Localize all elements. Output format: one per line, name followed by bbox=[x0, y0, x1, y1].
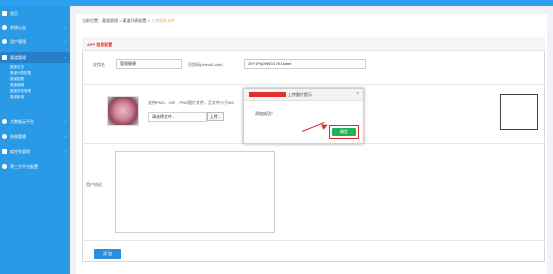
sidebar-item-label: 系统公告 bbox=[10, 24, 26, 30]
chevron-right-icon: › bbox=[64, 39, 66, 44]
chevron-right-icon: › bbox=[64, 25, 66, 30]
sidebar-subitem[interactable]: 渠道总览 bbox=[10, 65, 24, 70]
top-bar bbox=[0, 0, 553, 6]
cloud-icon bbox=[2, 119, 7, 124]
chevron-right-icon: › bbox=[64, 134, 66, 139]
sidebar-subitem[interactable]: 渠道配置 bbox=[10, 77, 24, 82]
checkcode-input[interactable]: 29Y1Pq09WD17K1kdmt bbox=[244, 59, 366, 69]
alert-dialog: 上传图片提示 × 添加成功！ 确定 bbox=[243, 88, 364, 144]
sidebar-subitem[interactable]: 渠道编辑 bbox=[10, 83, 24, 88]
dialog-message: 添加成功！ bbox=[255, 111, 275, 116]
highlight-box: 确定 bbox=[329, 125, 359, 139]
sidebar-item-third-party[interactable]: 第三方平台配置 bbox=[0, 161, 70, 172]
form-header: APP 信息配置 bbox=[82, 37, 545, 51]
agreement-label: 用户协议 bbox=[86, 182, 102, 187]
sidebar: 首页 系统公告 › 用户管理 › 渠道管理 › 渠道总览 渠道列表配置 渠道配置… bbox=[0, 6, 70, 274]
monitor-icon bbox=[2, 149, 7, 154]
redaction-mark bbox=[249, 92, 286, 97]
channel-icon bbox=[2, 55, 7, 60]
sidebar-item-label: 大数据云平台 bbox=[10, 118, 34, 124]
checkcode-label: 识别码(checkCode) bbox=[188, 62, 223, 67]
close-icon[interactable]: × bbox=[356, 91, 359, 97]
image-preview-box bbox=[500, 94, 538, 130]
ok-button[interactable]: 确定 bbox=[332, 128, 356, 136]
sidebar-item-home[interactable]: 首页 bbox=[0, 8, 70, 19]
sidebar-item-announcements[interactable]: 系统公告 › bbox=[0, 22, 70, 33]
sidebar-item-bigdata[interactable]: 大数据云平台 › bbox=[0, 116, 70, 127]
user-icon bbox=[2, 39, 7, 44]
browse-button[interactable]: 上传... bbox=[207, 112, 224, 121]
sidebar-subitem[interactable]: 渠道新增 bbox=[10, 95, 24, 100]
app-name-input[interactable]: 管理健康 bbox=[116, 59, 182, 69]
breadcrumb-current: 上传图标文件 bbox=[151, 18, 176, 23]
sidebar-item-users[interactable]: 用户管理 › bbox=[0, 36, 70, 47]
agreement-textarea[interactable] bbox=[115, 151, 275, 233]
divider bbox=[82, 84, 545, 85]
upload-hint: 支持PNG、GIF、PNG图片文件，且文件小于5M bbox=[148, 100, 234, 105]
home-icon bbox=[2, 11, 7, 16]
app-icon-thumbnail bbox=[107, 96, 139, 126]
chevron-down-icon: › bbox=[64, 55, 66, 60]
sidebar-item-label: 疾控系管理 bbox=[10, 148, 30, 154]
dialog-header: 上传图片提示 × bbox=[244, 89, 363, 101]
sidebar-item-label: 用户管理 bbox=[10, 38, 26, 44]
divider bbox=[82, 240, 545, 241]
breadcrumb-path[interactable]: 当前位置：渠道管理 > 渠道列表配置 > bbox=[82, 18, 151, 23]
sidebar-item-system[interactable]: 系统管理 › bbox=[0, 131, 70, 142]
add-button[interactable]: 添 加 bbox=[94, 249, 121, 259]
chevron-right-icon: › bbox=[64, 119, 66, 124]
file-path-input[interactable]: 请选择文件... bbox=[148, 112, 207, 122]
sidebar-subitem[interactable]: 渠道类型管理 bbox=[10, 89, 31, 94]
sidebar-item-label: 系统管理 bbox=[10, 133, 26, 139]
form-title: APP 信息配置 bbox=[87, 42, 113, 47]
sidebar-item-label: 渠道管理 bbox=[10, 54, 26, 60]
sidebar-item-channels[interactable]: 渠道管理 › bbox=[0, 52, 70, 63]
app-name-label: 应用名 bbox=[93, 62, 105, 67]
sidebar-item-label: 首页 bbox=[10, 10, 18, 16]
breadcrumb: 当前位置：渠道管理 > 渠道列表配置 > 上传图标文件 bbox=[82, 18, 175, 24]
sidebar-item-label: 第三方平台配置 bbox=[10, 163, 38, 169]
dialog-title: 上传图片提示 bbox=[288, 92, 312, 97]
chevron-right-icon: › bbox=[64, 149, 66, 154]
bell-icon bbox=[2, 25, 7, 30]
sidebar-subitem[interactable]: 渠道列表配置 bbox=[10, 71, 31, 76]
sidebar-item-disease-control[interactable]: 疾控系管理 › bbox=[0, 146, 70, 157]
plug-icon bbox=[2, 164, 7, 169]
gear-icon bbox=[2, 134, 7, 139]
